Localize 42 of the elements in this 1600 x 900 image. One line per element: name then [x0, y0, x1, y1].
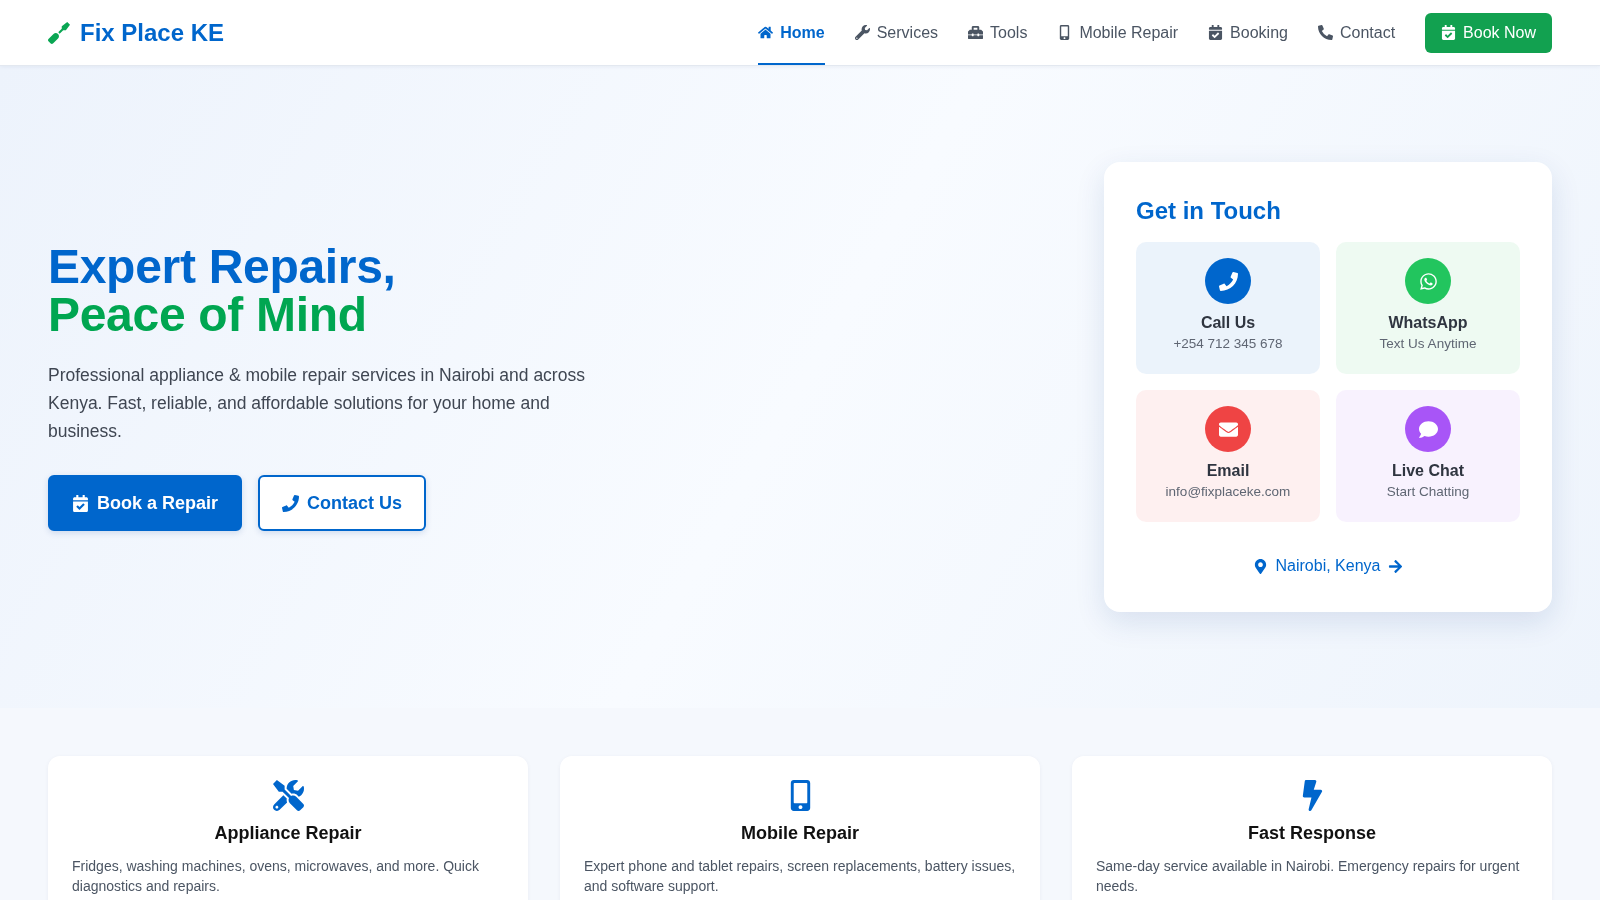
card-title: Get in Touch: [1136, 196, 1282, 226]
phone-icon: [1317, 25, 1333, 40]
option-title: Email: [1206, 462, 1250, 480]
option-detail: Start Chatting: [1386, 484, 1470, 499]
nav-link[interactable]: Mobile Repair: [1057, 0, 1179, 65]
option-title: Live Chat: [1392, 462, 1464, 480]
hero-description: Professional appliance & mobile repair services in Nairobi and across Kenya. Fast, reliable, and affordable solutions for your home and business.: [48, 364, 586, 443]
option-detail: +254 712 345 678: [1173, 336, 1283, 351]
feature-title: Appliance Repair: [214, 823, 362, 844]
option-title: Call Us: [1200, 314, 1256, 332]
contact-button[interactable]: Contact Us: [258, 475, 427, 531]
book-repair-button[interactable]: Book a Repair: [48, 475, 243, 531]
option-detail: info@fixplaceke.com: [1165, 484, 1291, 499]
feature-title: Fast Response: [1247, 823, 1376, 844]
wrench-screwdriver-icon: [272, 780, 304, 811]
feature-description: Expert phone and tablet repairs, screen replacements, battery issues, and software support.: [584, 857, 1016, 896]
contact-option[interactable]: Call Us +254 712 345 678: [1136, 242, 1320, 374]
arrow-right-icon: [1388, 558, 1404, 574]
nav-link[interactable]: Services: [854, 0, 939, 65]
logo[interactable]: Fix Place KE: [48, 18, 225, 47]
contact-option[interactable]: WhatsApp Text Us Anytime: [1336, 242, 1520, 374]
toolbox-icon: [968, 25, 984, 40]
contact-option[interactable]: Live Chat Start Chatting: [1336, 390, 1520, 522]
phone-icon: [282, 494, 300, 512]
location-link[interactable]: Nairobi, Kenya: [1252, 556, 1404, 576]
contact-option[interactable]: Email info@fixplaceke.com: [1136, 390, 1320, 522]
option-title: WhatsApp: [1388, 314, 1468, 332]
screwdriver-icon: [48, 21, 70, 44]
calendar-icon: [1208, 25, 1224, 40]
calendar-icon: [1441, 25, 1457, 40]
feature-title: Mobile Repair: [741, 823, 859, 844]
home-icon: [758, 25, 774, 40]
map-pin-icon: [1252, 558, 1268, 574]
wrench-icon: [854, 25, 870, 40]
hero-title: Expert Repairs,: [48, 243, 396, 291]
nav-link[interactable]: Contact: [1317, 0, 1396, 65]
feature-description: Fridges, washing machines, ovens, microwaves, and more. Quick diagnostics and repairs.: [72, 857, 480, 896]
feature-description: Same-day service available in Nairobi. Emergency repairs for urgent needs.: [1096, 857, 1521, 896]
nav-link[interactable]: Tools: [968, 0, 1028, 65]
option-detail: Text Us Anytime: [1379, 336, 1477, 351]
nav-link[interactable]: Booking: [1208, 0, 1288, 65]
calendar-icon: [72, 494, 89, 512]
